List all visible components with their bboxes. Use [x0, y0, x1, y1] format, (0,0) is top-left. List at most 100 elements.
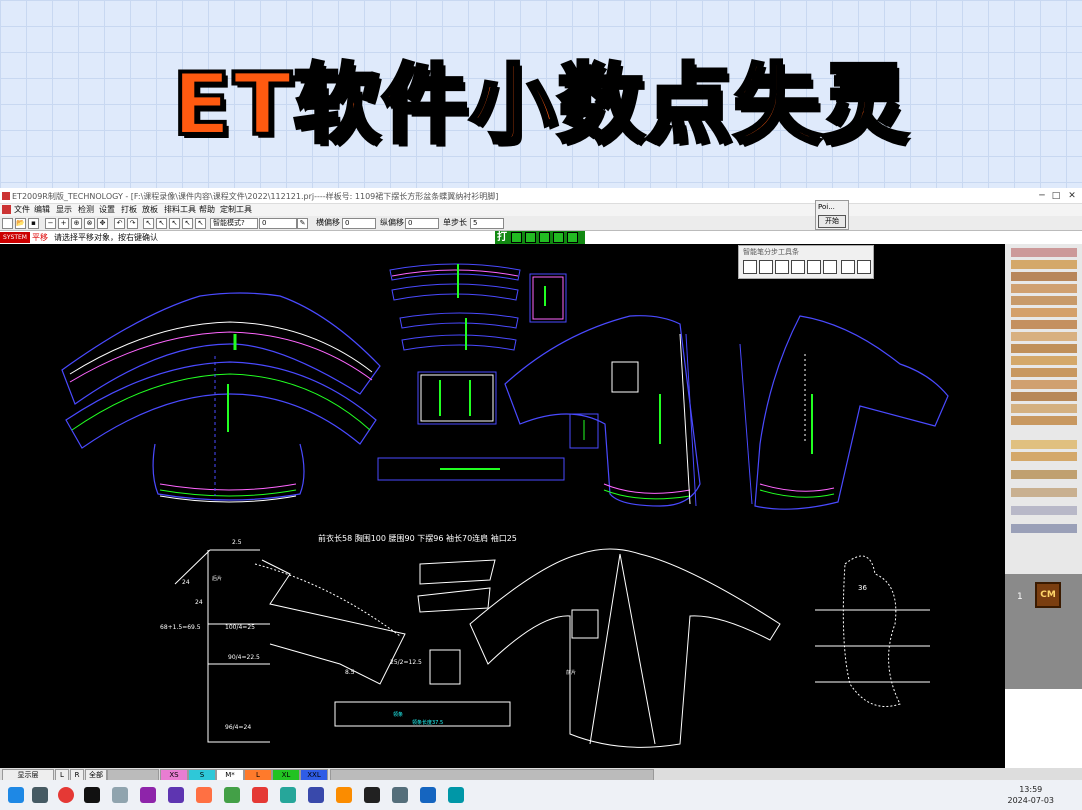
menu-marker-tools[interactable]: 排料工具: [164, 204, 196, 216]
app-icon-7[interactable]: [280, 787, 296, 803]
tool-ruler-icon[interactable]: [1011, 296, 1077, 305]
offset-y-label: 纵偏移: [380, 218, 404, 227]
chrome-icon[interactable]: [58, 787, 74, 803]
select-piece-icon[interactable]: ↖: [182, 218, 193, 229]
mode-select[interactable]: 智能模式?: [210, 218, 258, 229]
split-step-icon[interactable]: [841, 260, 855, 274]
app-icon-11[interactable]: [392, 787, 408, 803]
menu-view[interactable]: 显示: [56, 204, 72, 216]
label-24-c: 96/4=24: [225, 724, 251, 731]
undo-icon[interactable]: ↶: [114, 218, 125, 229]
label-69-5: 68+1.5=69.5: [160, 624, 201, 631]
select-icon[interactable]: ↖: [143, 218, 154, 229]
system-clock: 13:59 2024-07-03: [1008, 784, 1055, 806]
menu-custom-tools[interactable]: 定制工具: [220, 204, 252, 216]
popup-title: Poi...: [818, 203, 835, 211]
close-button[interactable]: ✕: [1066, 190, 1078, 203]
app-icon-10[interactable]: [364, 787, 380, 803]
select-line-icon[interactable]: ↖: [169, 218, 180, 229]
rect-step-icon[interactable]: [743, 260, 757, 274]
menu-settings[interactable]: 设置: [99, 204, 115, 216]
wave-step-icon[interactable]: [791, 260, 805, 274]
zoom-in-icon[interactable]: +: [58, 218, 69, 229]
menu-check[interactable]: 检测: [78, 204, 94, 216]
curve-step-icon[interactable]: [807, 260, 821, 274]
select-group-icon[interactable]: ↖: [195, 218, 206, 229]
app-icon-12[interactable]: [420, 787, 436, 803]
label-36: 36: [858, 584, 867, 592]
taskview-icon[interactable]: [32, 787, 48, 803]
offset-y-input[interactable]: 0: [405, 218, 439, 229]
step-label: 单步长: [443, 218, 467, 227]
measure-step-icon[interactable]: [823, 260, 837, 274]
zoom-window-icon[interactable]: ⊗: [84, 218, 95, 229]
tool-grade-icon[interactable]: [1011, 416, 1077, 425]
rect-tool-icon[interactable]: [511, 232, 522, 243]
strip-pieces: [377, 263, 599, 481]
tool-knife-icon[interactable]: [1011, 272, 1077, 281]
step-input[interactable]: 5: [470, 218, 504, 229]
tool-seam-icon[interactable]: [1011, 356, 1077, 365]
end-step-icon[interactable]: [857, 260, 871, 274]
start-button[interactable]: 开始: [818, 215, 846, 228]
pan-icon[interactable]: ✥: [97, 218, 108, 229]
tool-line-icon[interactable]: [1011, 488, 1077, 497]
tool-zip-icon[interactable]: [1011, 506, 1077, 515]
app-icon-9[interactable]: [336, 787, 352, 803]
tool-smart-pen-icon[interactable]: [1011, 248, 1077, 257]
menu-grade[interactable]: 放板: [142, 204, 158, 216]
slash-tool-icon[interactable]: [539, 232, 550, 243]
menu-edit[interactable]: 编辑: [34, 204, 50, 216]
tool-drill-icon[interactable]: [1011, 344, 1077, 353]
open-icon[interactable]: 📂: [15, 218, 26, 229]
line-tool-icon[interactable]: [525, 232, 536, 243]
menu-file[interactable]: 文件: [14, 204, 30, 216]
app-icon-1[interactable]: [112, 787, 128, 803]
tool-notch-icon[interactable]: [1011, 332, 1077, 341]
tool-pleat-icon[interactable]: [1011, 320, 1077, 329]
redo-icon[interactable]: ↷: [127, 218, 138, 229]
curve-tool-icon[interactable]: [553, 232, 564, 243]
tool-stitch-icon[interactable]: [1011, 524, 1077, 533]
drawing-canvas[interactable]: 前衣长58 胸围100 腰围90 下摆96 袖长70连肩 袖口25 2.5 24…: [0, 244, 1004, 764]
tool-mirror-icon[interactable]: [1011, 368, 1077, 377]
doc-icon: [2, 205, 11, 214]
mode-value-input[interactable]: 0: [259, 218, 297, 229]
pen-icon[interactable]: ✎: [297, 218, 308, 229]
unit-cm-button[interactable]: CM: [1035, 582, 1061, 608]
select-point-icon[interactable]: ↖: [156, 218, 167, 229]
tool-dart-icon[interactable]: [1011, 308, 1077, 317]
tool-pencil-icon[interactable]: [1011, 260, 1077, 269]
tool-curve-icon[interactable]: [1011, 470, 1077, 479]
line-step-icon[interactable]: [759, 260, 773, 274]
app-icon-13[interactable]: [448, 787, 464, 803]
grid-tool-icon[interactable]: [567, 232, 578, 243]
app-icon-6[interactable]: [252, 787, 268, 803]
menu-bar: 文件 编辑 显示 检测 设置 打板 放板 排料工具 帮助 定制工具: [0, 204, 1082, 216]
label-collar: 领条: [393, 711, 403, 718]
tool-measure-icon[interactable]: [1011, 440, 1077, 449]
tool-scissors-icon[interactable]: [1011, 284, 1077, 293]
menu-pattern[interactable]: 打板: [121, 204, 137, 216]
tool-delete-icon[interactable]: [1011, 392, 1077, 401]
angle-step-icon[interactable]: [775, 260, 789, 274]
start-icon[interactable]: [8, 787, 24, 803]
zoom-fit-icon[interactable]: ⊕: [71, 218, 82, 229]
zoom-out-icon[interactable]: −: [45, 218, 56, 229]
menu-help[interactable]: 帮助: [199, 204, 215, 216]
label-2-5: 2.5: [232, 539, 242, 546]
app-icon-8[interactable]: [308, 787, 324, 803]
new-icon[interactable]: [2, 218, 13, 229]
offset-x-input[interactable]: 0: [342, 218, 376, 229]
tool-tape-icon[interactable]: [1011, 452, 1077, 461]
qq-icon[interactable]: [84, 787, 100, 803]
app-icon-3[interactable]: [168, 787, 184, 803]
save-icon[interactable]: ▪: [28, 218, 39, 229]
app-icon-2[interactable]: [140, 787, 156, 803]
tool-rotate-icon[interactable]: [1011, 380, 1077, 389]
maximize-button[interactable]: □: [1050, 190, 1062, 203]
minimize-button[interactable]: ─: [1036, 190, 1048, 203]
app-icon-5[interactable]: [224, 787, 240, 803]
tool-text-icon[interactable]: [1011, 404, 1077, 413]
app-icon-4[interactable]: [196, 787, 212, 803]
